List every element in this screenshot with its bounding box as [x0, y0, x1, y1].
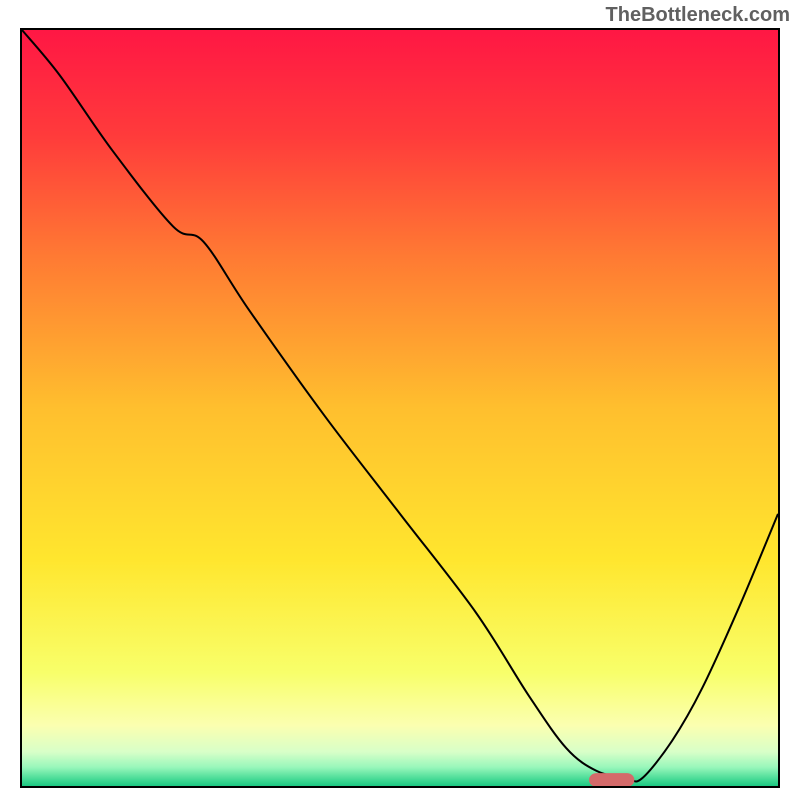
- plot-svg: [22, 30, 778, 786]
- plot-background: [22, 30, 778, 786]
- plot-frame: [20, 28, 780, 788]
- chart-container: TheBottleneck.com: [0, 0, 800, 800]
- watermark-text: TheBottleneck.com: [606, 4, 790, 27]
- sweet-spot-marker: [589, 773, 634, 786]
